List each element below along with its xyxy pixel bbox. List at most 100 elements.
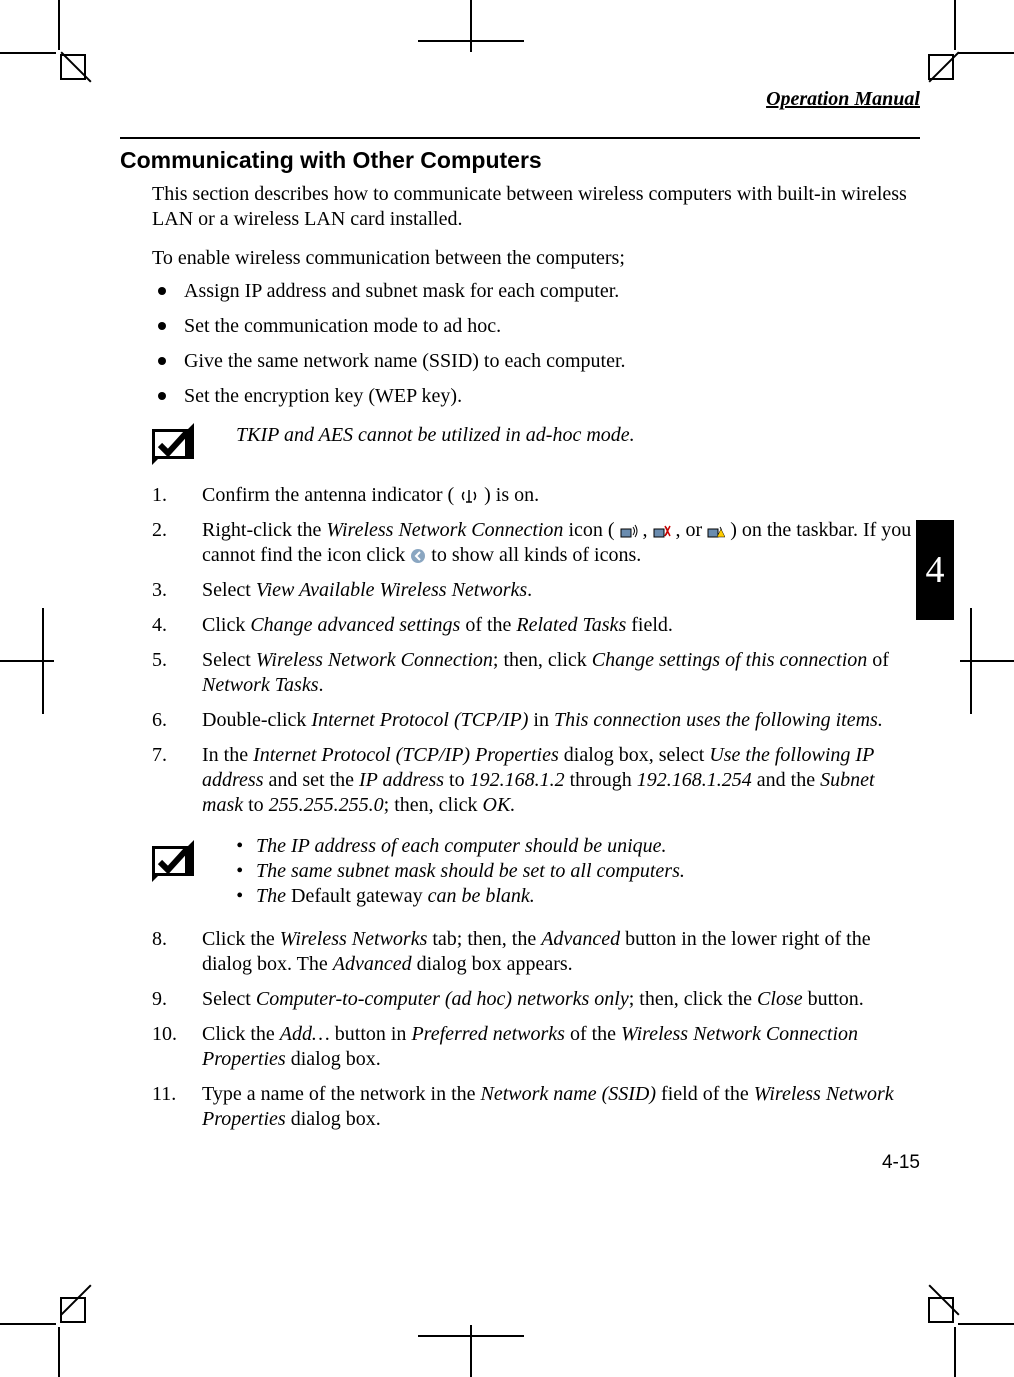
chapter-tab: 4: [916, 520, 954, 620]
note-list: The IP address of each computer should b…: [236, 834, 685, 909]
step-text: Network name (SSID): [481, 1083, 657, 1105]
step-text: of the: [565, 1023, 621, 1045]
step-text: Select: [202, 649, 256, 671]
step-text: dialog box.: [286, 1048, 381, 1070]
note-box: TKIP and AES cannot be utilized in ad-ho…: [152, 423, 920, 465]
list-item: Give the same network name (SSID) to eac…: [152, 349, 920, 374]
step-text: Right-click the: [202, 519, 326, 541]
intro-paragraph: This section describes how to communicat…: [152, 182, 920, 232]
step-text: field.: [626, 614, 673, 636]
step-text: in: [528, 709, 554, 731]
step-item: Type a name of the network in the Networ…: [152, 1082, 920, 1132]
step-text: Wireless Network Connection: [326, 519, 563, 541]
step-text: Select: [202, 579, 256, 601]
step-text: and set the: [263, 769, 359, 791]
step-text: to: [444, 769, 470, 791]
step-text: field of the: [656, 1083, 754, 1105]
step-text: , or: [676, 519, 708, 541]
step-item: Confirm the antenna indicator ( ) is on.: [152, 483, 920, 508]
step-text: through: [565, 769, 637, 791]
step-text: button.: [803, 988, 864, 1010]
note-item: The IP address of each computer should b…: [236, 834, 685, 859]
step-item: Right-click the Wireless Network Connect…: [152, 518, 920, 568]
step-text: tab; then, the: [427, 928, 541, 950]
step-item: Double-click Internet Protocol (TCP/IP) …: [152, 708, 920, 733]
note-box: The IP address of each computer should b…: [152, 834, 920, 909]
steps-list: Confirm the antenna indicator ( ) is on.…: [152, 483, 920, 818]
list-item: Assign IP address and subnet mask for ea…: [152, 279, 920, 304]
step-text: Click the: [202, 928, 280, 950]
step-text: dialog box, select: [559, 744, 710, 766]
step-text: Internet Protocol (TCP/IP): [311, 709, 528, 731]
step-text: Double-click: [202, 709, 311, 731]
wireless-connected-icon: [620, 523, 638, 539]
step-text: Related Tasks: [516, 614, 626, 636]
note-text: TKIP and AES cannot be utilized in ad-ho…: [236, 423, 635, 448]
note-text: can be blank.: [423, 885, 535, 907]
step-text: Internet Protocol (TCP/IP) Properties: [253, 744, 559, 766]
show-hidden-icons-icon: [410, 548, 426, 564]
step-text: dialog box.: [286, 1108, 381, 1130]
step-item: Select Computer-to-computer (ad hoc) net…: [152, 987, 920, 1012]
step-text: ) is on.: [484, 484, 539, 506]
step-text: Advanced: [333, 953, 412, 975]
enable-intro: To enable wireless communication between…: [152, 246, 920, 271]
step-text: Advanced: [541, 928, 620, 950]
step-text: .: [527, 579, 532, 601]
section-title: Communicating with Other Computers: [120, 147, 920, 174]
step-text: Confirm the antenna indicator (: [202, 484, 454, 506]
wireless-disconnected-icon: [653, 523, 671, 539]
step-text: of: [867, 649, 889, 671]
step-text: Click: [202, 614, 250, 636]
step-text: of the: [460, 614, 516, 636]
step-item: In the Internet Protocol (TCP/IP) Proper…: [152, 743, 920, 818]
step-text: Add…: [280, 1023, 330, 1045]
step-text: OK.: [483, 794, 516, 816]
step-text: IP address: [359, 769, 444, 791]
page-number: 4-15: [120, 1152, 920, 1174]
step-text: This connection uses the following items…: [554, 709, 883, 731]
note-text: The: [256, 885, 291, 907]
step-text: ; then, click the: [629, 988, 757, 1010]
step-text: Wireless Networks: [280, 928, 428, 950]
step-text: to show all kinds of icons.: [431, 544, 641, 566]
step-text: 192.168.1.254: [637, 769, 752, 791]
step-text: Type a name of the network in the: [202, 1083, 481, 1105]
step-text: Preferred networks: [411, 1023, 565, 1045]
step-text: ; then, click: [384, 794, 483, 816]
prerequisite-list: Assign IP address and subnet mask for ea…: [152, 279, 920, 409]
step-text: In the: [202, 744, 253, 766]
step-item: Select Wireless Network Connection; then…: [152, 648, 920, 698]
step-text: ,: [643, 519, 653, 541]
checkmark-note-icon: [152, 840, 194, 882]
step-text: 192.168.1.2: [470, 769, 565, 791]
step-text: View Available Wireless Networks: [256, 579, 527, 601]
checkmark-note-icon: [152, 423, 194, 465]
step-item: Click Change advanced settings of the Re…: [152, 613, 920, 638]
step-item: Click the Add… button in Preferred netwo…: [152, 1022, 920, 1072]
note-item: The same subnet mask should be set to al…: [236, 859, 685, 884]
header-rule: [120, 137, 920, 139]
step-text: 255.255.255.0: [269, 794, 384, 816]
step-text: dialog box appears.: [412, 953, 573, 975]
list-item: Set the encryption key (WEP key).: [152, 384, 920, 409]
step-text: and the: [752, 769, 820, 791]
note-text: Default gateway: [291, 885, 423, 907]
running-header: Operation Manual: [120, 88, 920, 111]
step-text: Close: [757, 988, 803, 1010]
step-text: Wireless Network Connection: [256, 649, 493, 671]
antenna-icon: [459, 488, 479, 504]
step-item: Select View Available Wireless Networks.: [152, 578, 920, 603]
step-text: .: [319, 674, 324, 696]
step-text: to: [243, 794, 269, 816]
step-text: Change advanced settings: [250, 614, 460, 636]
step-text: icon (: [563, 519, 614, 541]
note-item: The Default gateway can be blank.: [236, 884, 685, 909]
step-text: Computer-to-computer (ad hoc) networks o…: [256, 988, 629, 1010]
wireless-warning-icon: [707, 523, 725, 539]
step-text: Change settings of this connection: [592, 649, 868, 671]
step-text: button in: [330, 1023, 412, 1045]
step-text: Network Tasks: [202, 674, 319, 696]
step-text: Click the: [202, 1023, 280, 1045]
step-item: Click the Wireless Networks tab; then, t…: [152, 927, 920, 977]
